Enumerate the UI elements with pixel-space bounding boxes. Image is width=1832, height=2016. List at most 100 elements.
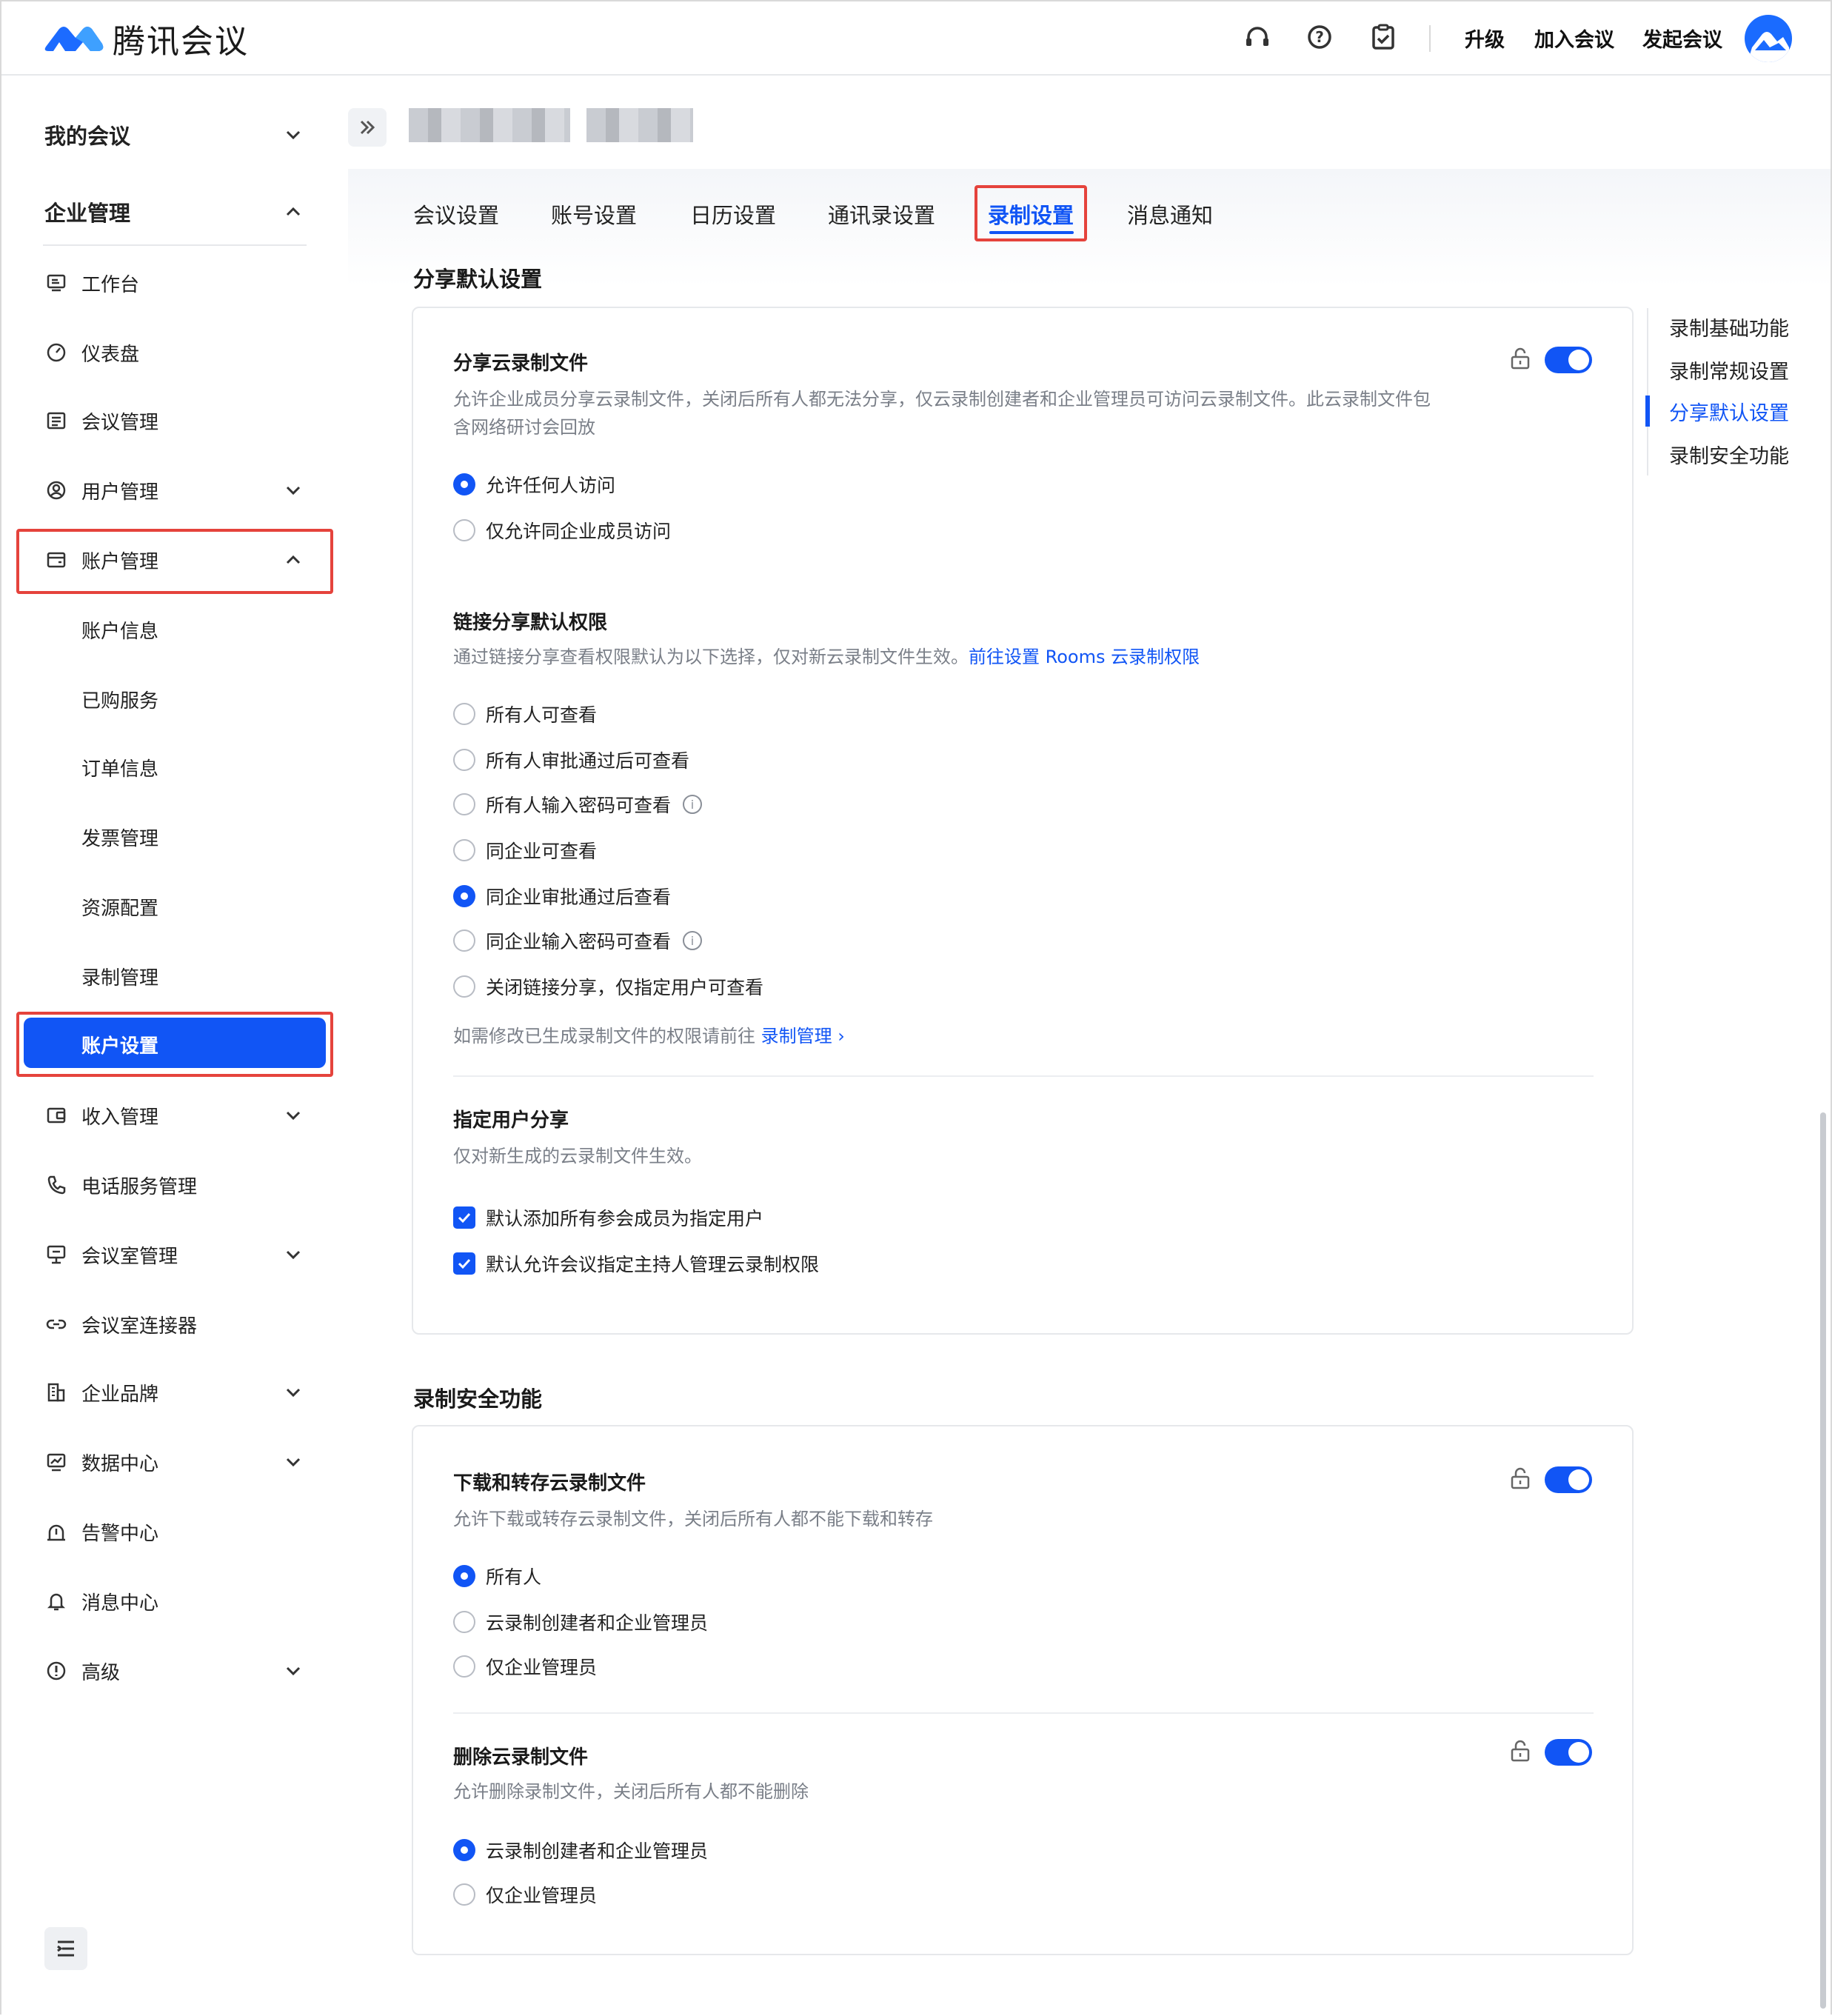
radio-delete-admin-only[interactable]: 仅企业管理员 — [453, 1881, 597, 1908]
checkbox[interactable] — [453, 1206, 475, 1229]
sidebar-item-purchased[interactable]: 已购服务 — [18, 670, 332, 729]
radio-everyone-approval[interactable]: 所有人审批通过后可查看 — [453, 747, 689, 773]
anchor-share-default[interactable]: 分享默认设置 — [1669, 397, 1789, 426]
sidebar-item-label: 企业管理 — [44, 201, 131, 226]
join-meeting-link[interactable]: 加入会议 — [1534, 24, 1614, 53]
sidebar-item-data-center[interactable]: 数据中心 — [18, 1432, 332, 1492]
sidebar-item-my-meetings[interactable]: 我的会议 — [18, 105, 332, 164]
top-header: 腾讯会议 ? 升级 加入会议 发起会议 — [1, 1, 1831, 76]
list-icon — [47, 412, 66, 430]
radio-dot[interactable] — [453, 839, 475, 861]
menu-fold-icon — [57, 1940, 74, 1957]
radio-dot[interactable] — [453, 519, 475, 541]
radio-dot[interactable] — [453, 473, 475, 495]
radio-dot[interactable] — [453, 793, 475, 815]
sidebar-item-invoice[interactable]: 发票管理 — [18, 807, 332, 867]
tab-meeting-settings[interactable]: 会议设置 — [413, 198, 499, 230]
sidebar-item-user-mgmt[interactable]: 用户管理 — [18, 461, 332, 520]
radio-dot[interactable] — [453, 885, 475, 907]
radio-enterprise-approval[interactable]: 同企业审批通过后查看 — [453, 883, 671, 909]
header-separator — [1429, 25, 1431, 52]
sidebar-item-enterprise[interactable]: 企业管理 — [18, 182, 332, 241]
tab-contacts-settings[interactable]: 通讯录设置 — [828, 198, 935, 230]
anchor-active-indicator — [1645, 395, 1650, 427]
sidebar-item-orders[interactable]: 订单信息 — [18, 738, 332, 797]
delete-toggle[interactable] — [1545, 1739, 1592, 1766]
download-toggle[interactable] — [1545, 1466, 1592, 1493]
radio-dot[interactable] — [453, 703, 475, 725]
clipboard-check-icon[interactable] — [1365, 19, 1401, 55]
radio-delete-creator-admin[interactable]: 云录制创建者和企业管理员 — [453, 1837, 708, 1863]
sidebar-item-label: 电话服务管理 — [81, 1175, 198, 1198]
radio-download-everyone[interactable]: 所有人 — [453, 1563, 541, 1589]
bell-icon — [47, 1593, 66, 1611]
sidebar-item-label: 账户信息 — [81, 620, 159, 643]
sidebar-item-recording-mgmt[interactable]: 录制管理 — [18, 947, 332, 1006]
tab-account-settings[interactable]: 账号设置 — [551, 198, 637, 230]
unlock-icon[interactable] — [1509, 1466, 1531, 1490]
checkbox-host-manage[interactable]: 默认允许会议指定主持人管理云录制权限 — [453, 1250, 819, 1277]
sidebar-item-dashboard[interactable]: 仪表盘 — [18, 323, 332, 382]
menu-collapse-button[interactable] — [44, 1927, 87, 1970]
unlock-icon[interactable] — [1509, 347, 1531, 370]
sidebar-item-account-info[interactable]: 账户信息 — [18, 600, 332, 659]
download-title: 下载和转存云录制文件 — [453, 1472, 646, 1495]
radio-download-creator-admin[interactable]: 云录制创建者和企业管理员 — [453, 1609, 708, 1635]
sidebar-item-alarm[interactable]: 告警中心 — [18, 1502, 332, 1561]
sidebar-item-room-mgmt[interactable]: 会议室管理 — [18, 1225, 332, 1284]
rooms-permission-link[interactable]: 前往设置 Rooms 云录制权限 — [969, 647, 1200, 667]
help-icon[interactable]: ? — [1302, 19, 1337, 55]
radio-download-admin-only[interactable]: 仅企业管理员 — [453, 1653, 597, 1680]
radio-dot[interactable] — [453, 1655, 475, 1678]
radio-enterprise-view[interactable]: 同企业可查看 — [453, 837, 597, 864]
info-icon[interactable]: i — [683, 931, 703, 950]
sidebar-item-meeting-mgmt[interactable]: 会议管理 — [18, 391, 332, 450]
radio-label: 仅企业管理员 — [486, 1885, 598, 1906]
radio-dot[interactable] — [453, 749, 475, 771]
vertical-scrollbar[interactable] — [1820, 1112, 1826, 2009]
radio-dot[interactable] — [453, 1565, 475, 1587]
tab-notifications[interactable]: 消息通知 — [1127, 198, 1213, 230]
sidebar-item-label: 我的会议 — [44, 124, 131, 149]
radio-dot[interactable] — [453, 929, 475, 952]
recording-mgmt-link[interactable]: 录制管理 — [761, 1026, 832, 1047]
radio-everyone-view[interactable]: 所有人可查看 — [453, 701, 597, 727]
avatar[interactable] — [1745, 15, 1792, 62]
start-meeting-link[interactable]: 发起会议 — [1642, 24, 1722, 53]
radio-dot[interactable] — [453, 1839, 475, 1861]
info-icon[interactable]: i — [683, 795, 703, 814]
sidebar-item-brand[interactable]: 企业品牌 — [18, 1363, 332, 1422]
anchor-security[interactable]: 录制安全功能 — [1669, 440, 1789, 469]
sidebar-item-resources[interactable]: 资源配置 — [18, 877, 332, 936]
radio-allow-anyone[interactable]: 允许任何人访问 — [453, 471, 615, 498]
sidebar-item-workbench[interactable]: 工作台 — [18, 253, 332, 313]
upgrade-link[interactable]: 升级 — [1465, 24, 1505, 53]
radio-dot[interactable] — [453, 1611, 475, 1633]
share-cloud-toggle[interactable] — [1545, 347, 1592, 373]
sidebar-item-phone[interactable]: 电话服务管理 — [18, 1155, 332, 1215]
expand-button[interactable] — [348, 108, 387, 147]
sidebar-item-connector[interactable]: 会议室连接器 — [18, 1295, 332, 1354]
anchor-general[interactable]: 录制常规设置 — [1669, 356, 1789, 384]
sidebar-item-advanced[interactable]: 高级 — [18, 1641, 332, 1700]
unlock-icon[interactable] — [1509, 1739, 1531, 1763]
anchor-basic[interactable]: 录制基础功能 — [1669, 313, 1789, 341]
sidebar-item-label: 会议室连接器 — [81, 1315, 198, 1338]
sidebar-item-income[interactable]: 收入管理 — [18, 1086, 332, 1145]
sidebar-item-messages[interactable]: 消息中心 — [18, 1572, 332, 1631]
tab-calendar-settings[interactable]: 日历设置 — [690, 198, 776, 230]
radio-same-enterprise[interactable]: 仅允许同企业成员访问 — [453, 517, 671, 544]
link-perm-title: 链接分享默认权限 — [453, 612, 608, 634]
radio-dot[interactable] — [453, 975, 475, 998]
headset-icon[interactable] — [1240, 19, 1275, 55]
radio-everyone-password[interactable]: 所有人输入密码可查看 i — [453, 791, 703, 818]
alarm-icon — [47, 1524, 65, 1541]
divider — [453, 1712, 1594, 1714]
radio-disable-link[interactable]: 关闭链接分享，仅指定用户可查看 — [453, 973, 763, 1000]
radio-label: 关闭链接分享，仅指定用户可查看 — [486, 977, 764, 998]
app-logo[interactable]: 腾讯会议 — [43, 18, 249, 61]
checkbox[interactable] — [453, 1252, 475, 1275]
radio-dot[interactable] — [453, 1883, 475, 1906]
radio-enterprise-password[interactable]: 同企业输入密码可查看 i — [453, 927, 703, 954]
checkbox-add-participants[interactable]: 默认添加所有参会成员为指定用户 — [453, 1204, 763, 1231]
